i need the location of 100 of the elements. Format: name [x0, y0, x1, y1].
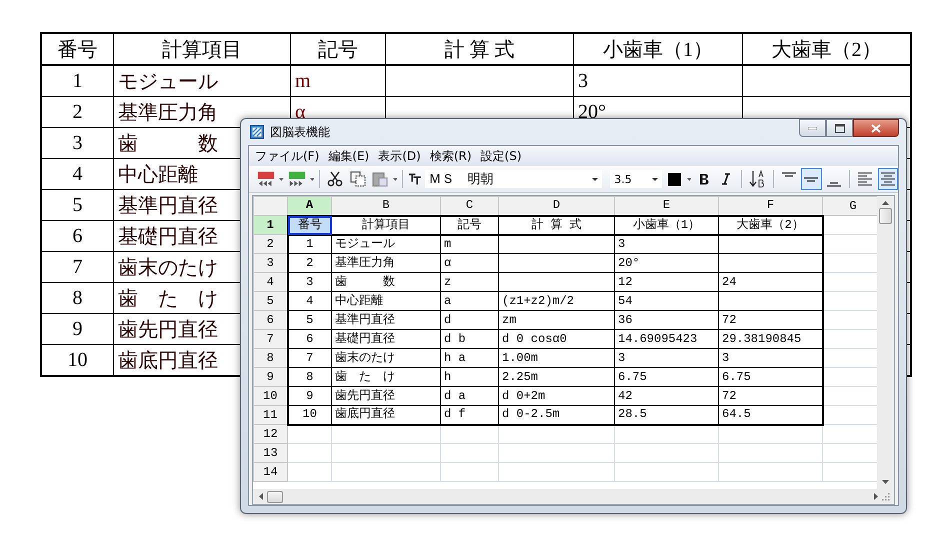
- table-cell[interactable]: 6: [288, 330, 332, 348]
- row-header[interactable]: 2: [254, 234, 288, 254]
- table-cell[interactable]: 7: [288, 348, 332, 368]
- table-cell[interactable]: 歯底円直径: [332, 406, 440, 424]
- minimize-button[interactable]: [799, 119, 826, 137]
- table-cell[interactable]: 24: [718, 272, 822, 292]
- table-cell[interactable]: 28.5: [614, 406, 718, 424]
- table-cell[interactable]: d 0+2m: [498, 386, 614, 406]
- column-header[interactable]: C: [440, 196, 498, 216]
- column-header[interactable]: B: [332, 196, 440, 216]
- table-cell[interactable]: m: [440, 234, 498, 254]
- table-cell[interactable]: 小歯車（1）: [614, 216, 718, 234]
- table-cell[interactable]: 歯先円直径: [332, 386, 440, 406]
- table-cell[interactable]: d f: [440, 406, 498, 424]
- table-cell[interactable]: 番号: [288, 216, 332, 234]
- row-header[interactable]: 11: [254, 406, 288, 424]
- scroll-thumb[interactable]: [879, 208, 892, 224]
- table-cell[interactable]: 3: [614, 348, 718, 368]
- row-header[interactable]: 4: [254, 272, 288, 292]
- menu-item[interactable]: 表示(D): [376, 148, 428, 164]
- table-cell[interactable]: a: [440, 292, 498, 310]
- caret-icon[interactable]: [310, 178, 314, 180]
- column-header[interactable]: G: [822, 196, 877, 216]
- row-header[interactable]: 1: [254, 216, 288, 234]
- table-cell[interactable]: 歯末のたけ: [332, 348, 440, 368]
- table-cell[interactable]: 14.69095423: [614, 330, 718, 348]
- horizontal-scrollbar[interactable]: [253, 489, 894, 504]
- table-cell[interactable]: 3: [288, 272, 332, 292]
- row-header[interactable]: 9: [254, 368, 288, 386]
- table-cell[interactable]: d 0 cosα0: [498, 330, 614, 348]
- row-header[interactable]: 5: [254, 292, 288, 310]
- table-cell[interactable]: 3: [718, 348, 822, 368]
- row-header[interactable]: 6: [254, 310, 288, 330]
- row-header[interactable]: 3: [254, 254, 288, 272]
- table-cell[interactable]: d: [440, 310, 498, 330]
- table-cell[interactable]: 72: [718, 310, 822, 330]
- align-middle-button[interactable]: [801, 168, 822, 190]
- table-cell[interactable]: 中心距離: [332, 292, 440, 310]
- table-cell[interactable]: h: [440, 368, 498, 386]
- column-header[interactable]: D: [498, 196, 614, 216]
- corner-cell[interactable]: [254, 196, 288, 216]
- scroll-left-icon[interactable]: [259, 493, 263, 500]
- table-cell[interactable]: モジュール: [332, 234, 440, 254]
- table-cell[interactable]: 5: [288, 310, 332, 330]
- table-cell[interactable]: 54: [614, 292, 718, 310]
- menu-item[interactable]: 検索(R): [428, 148, 479, 164]
- table-cell[interactable]: 36: [614, 310, 718, 330]
- table-cell[interactable]: 64.5: [718, 406, 822, 424]
- table-cell[interactable]: 42: [614, 386, 718, 406]
- table-cell[interactable]: 4: [288, 292, 332, 310]
- row-header[interactable]: 10: [254, 386, 288, 406]
- table-cell[interactable]: d 0-2.5m: [498, 406, 614, 424]
- vertical-scrollbar[interactable]: [877, 196, 894, 489]
- size-dropdown[interactable]: 3.5: [610, 170, 662, 188]
- scroll-down-icon[interactable]: [882, 480, 889, 484]
- table-cell[interactable]: 1.00m: [498, 348, 614, 368]
- menu-item[interactable]: 設定(S): [478, 148, 529, 164]
- table-cell[interactable]: z: [440, 272, 498, 292]
- table-cell[interactable]: 計 算 式: [498, 216, 614, 234]
- table-cell[interactable]: 2: [288, 254, 332, 272]
- table-cell[interactable]: α: [440, 254, 498, 272]
- table-cell[interactable]: d a: [440, 386, 498, 406]
- scroll-thumb[interactable]: [267, 490, 283, 502]
- table-cell[interactable]: 72: [718, 386, 822, 406]
- table-cell[interactable]: 基礎円直径: [332, 330, 440, 348]
- row-header[interactable]: 8: [254, 348, 288, 368]
- column-header[interactable]: E: [614, 196, 718, 216]
- table-cell[interactable]: 基準円直径: [332, 310, 440, 330]
- caret-icon[interactable]: [686, 178, 692, 180]
- table-cell[interactable]: 6.75: [718, 368, 822, 386]
- table-cell[interactable]: 記号: [440, 216, 498, 234]
- table-cell[interactable]: 2.25m: [498, 368, 614, 386]
- table-cell[interactable]: 9: [288, 386, 332, 406]
- table-cell[interactable]: 大歯車（2）: [718, 216, 822, 234]
- table-cell[interactable]: 8: [288, 368, 332, 386]
- caret-icon[interactable]: [392, 178, 398, 180]
- table-cell[interactable]: zm: [498, 310, 614, 330]
- table-cell[interactable]: 1: [288, 234, 332, 254]
- table-cell[interactable]: (z1+z2)m/2: [498, 292, 614, 310]
- row-header[interactable]: 7: [254, 330, 288, 348]
- table-cell[interactable]: 歯 数: [332, 272, 440, 292]
- table-cell[interactable]: 20°: [614, 254, 718, 272]
- row-header[interactable]: 13: [254, 444, 288, 462]
- column-header[interactable]: F: [718, 196, 822, 216]
- caret-icon[interactable]: [279, 178, 284, 180]
- column-header[interactable]: A: [288, 196, 332, 216]
- table-cell[interactable]: 3: [614, 234, 718, 254]
- table-cell[interactable]: 10: [288, 406, 332, 424]
- menu-item[interactable]: 編集(E): [326, 148, 376, 164]
- table-cell[interactable]: 歯 た け: [332, 368, 440, 386]
- close-button[interactable]: [853, 119, 899, 137]
- table-cell[interactable]: 29.38190845: [718, 330, 822, 348]
- maximize-button[interactable]: [826, 119, 853, 137]
- table-cell[interactable]: 6.75: [614, 368, 718, 386]
- scroll-up-icon[interactable]: [882, 201, 889, 205]
- table-cell[interactable]: d b: [440, 330, 498, 348]
- table-cell[interactable]: 12: [614, 272, 718, 292]
- scroll-right-icon[interactable]: [874, 493, 878, 500]
- font-dropdown[interactable]: ＭＳ 明朝: [424, 170, 602, 188]
- row-header[interactable]: 14: [254, 462, 288, 482]
